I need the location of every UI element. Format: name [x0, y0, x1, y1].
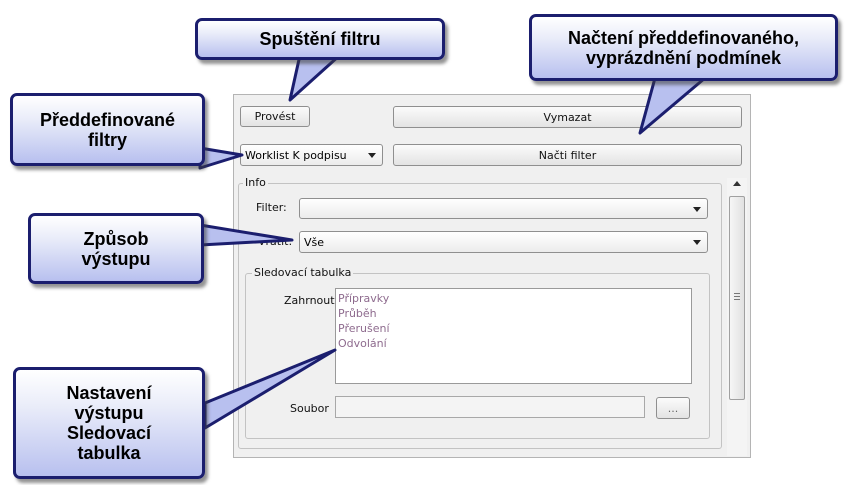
callout-predefined-filters: Předdefinované filtry: [10, 93, 205, 166]
callout-output-settings-text: Nastavení výstupu Sledovací tabulka: [66, 383, 152, 463]
pointer-output-settings: [203, 348, 337, 430]
callout-load-predefined: Načtení předdefinovaného, vyprázdnění po…: [529, 14, 838, 81]
callout-run-filter-text: Spuštění filtru: [259, 29, 381, 49]
pointer-run-filter: [288, 53, 342, 102]
callout-output-mode: Způsob výstupu: [28, 213, 204, 284]
callout-load-predefined-text: Načtení předdefinovaného, vyprázdnění po…: [567, 27, 800, 68]
callout-output-mode-text: Způsob výstupu: [81, 228, 151, 269]
callout-predefined-filters-text: Předdefinované filtry: [39, 109, 176, 150]
pointer-predefined-filters: [198, 146, 244, 170]
pointer-output-mode: [198, 223, 294, 247]
callout-output-settings: Nastavení výstupu Sledovací tabulka: [13, 367, 205, 479]
callout-run-filter: Spuštění filtru: [195, 18, 445, 60]
pointer-load-predefined: [638, 76, 707, 135]
